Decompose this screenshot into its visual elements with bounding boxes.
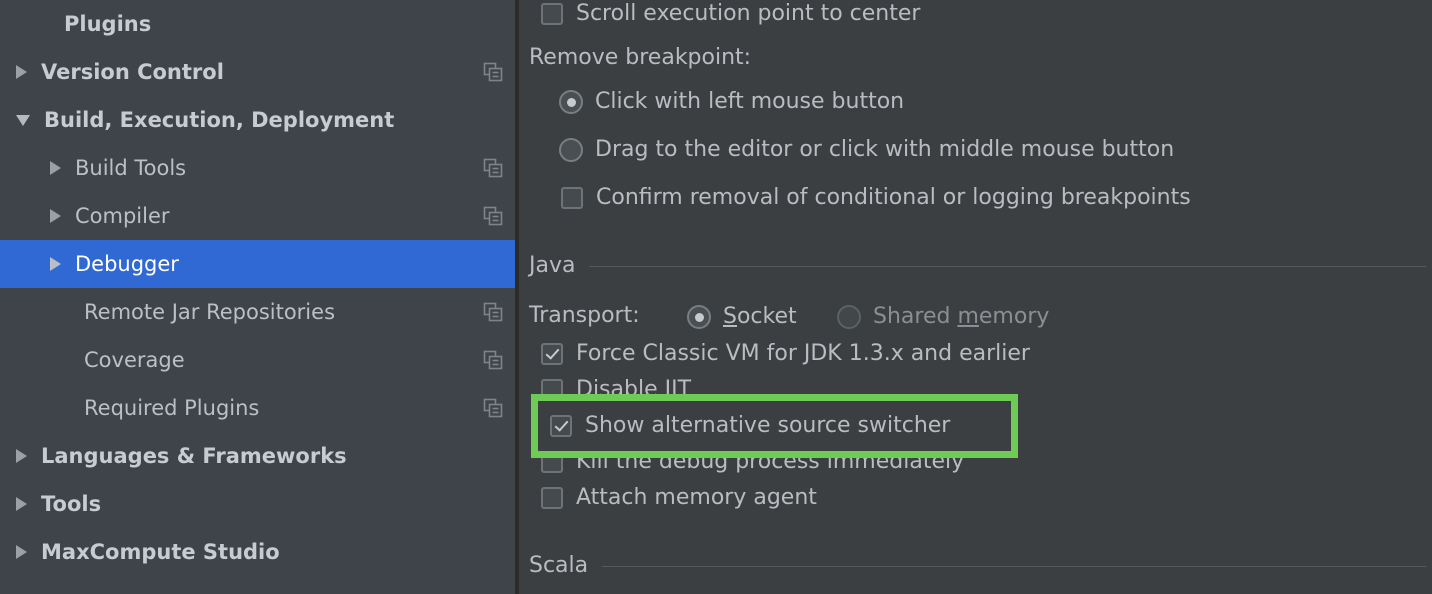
option-label: Click with left mouse button bbox=[595, 89, 905, 114]
sidebar-item-remote-jar-repositories[interactable]: Remote Jar Repositories bbox=[0, 288, 519, 336]
option-label-rest: ocket bbox=[736, 304, 797, 329]
group-label-text: Remove breakpoint: bbox=[529, 45, 752, 70]
chevron-right-icon[interactable] bbox=[16, 449, 27, 463]
option-force-classic-vm[interactable]: Force Classic VM for JDK 1.3.x and earli… bbox=[541, 343, 1030, 365]
sidebar-item-build-execution-deployment[interactable]: Build, Execution, Deployment bbox=[0, 96, 519, 144]
option-label-pre: Shared bbox=[873, 304, 958, 329]
sidebar-item-label: Version Control bbox=[41, 59, 224, 84]
mnemonic-letter: S bbox=[723, 304, 737, 329]
copy-settings-icon[interactable] bbox=[483, 350, 503, 370]
radio-click-left-mouse-button[interactable]: Click with left mouse button bbox=[559, 90, 904, 114]
section-header-scala: Scala bbox=[529, 555, 1426, 577]
section-header-java: Java bbox=[529, 255, 1426, 277]
chevron-right-icon[interactable] bbox=[16, 65, 27, 79]
sidebar-item-required-plugins[interactable]: Required Plugins bbox=[0, 384, 519, 432]
force-classic-vm-checkbox[interactable] bbox=[541, 343, 563, 365]
option-label-rest: emory bbox=[978, 304, 1050, 329]
sidebar-item-build-tools[interactable]: Build Tools bbox=[0, 144, 519, 192]
option-label: Drag to the editor or click with middle … bbox=[595, 137, 1175, 162]
remove-breakpoint-group-label: Remove breakpoint: bbox=[529, 47, 751, 69]
sidebar-item-plugins[interactable]: Plugins bbox=[0, 0, 519, 48]
mnemonic-letter: m bbox=[957, 304, 979, 329]
radio-drag-to-editor-middle-mouse[interactable]: Drag to the editor or click with middle … bbox=[559, 138, 1174, 162]
sidebar-item-label: Build, Execution, Deployment bbox=[44, 107, 395, 132]
transport-shared-memory-radio[interactable] bbox=[837, 305, 861, 329]
sidebar-item-label: Languages & Frameworks bbox=[41, 443, 347, 468]
sidebar-item-version-control[interactable]: Version Control bbox=[0, 48, 519, 96]
copy-settings-icon[interactable] bbox=[483, 302, 503, 322]
confirm-removal-checkbox[interactable] bbox=[561, 187, 583, 209]
sidebar-item-compiler[interactable]: Compiler bbox=[0, 192, 519, 240]
copy-settings-icon[interactable] bbox=[483, 62, 503, 82]
tree-twisty-none bbox=[53, 17, 64, 31]
sidebar-item-label: Remote Jar Repositories bbox=[84, 299, 336, 324]
sidebar-item-label: Coverage bbox=[84, 347, 185, 372]
option-label: Force Classic VM for JDK 1.3.x and earli… bbox=[576, 341, 1030, 366]
sidebar-item-debugger[interactable]: Debugger bbox=[0, 240, 519, 288]
chevron-right-icon[interactable] bbox=[16, 545, 27, 559]
show-alternative-source-switcher-checkbox[interactable] bbox=[550, 415, 572, 437]
sidebar-item-label: Compiler bbox=[75, 203, 170, 228]
copy-settings-icon[interactable] bbox=[483, 206, 503, 226]
transport-socket-radio[interactable] bbox=[687, 305, 711, 329]
transport-label: Transport: bbox=[529, 305, 640, 327]
sidebar-item-languages-frameworks[interactable]: Languages & Frameworks bbox=[0, 432, 519, 480]
option-scroll-execution-point-to-center[interactable]: Scroll execution point to center bbox=[541, 3, 920, 25]
section-divider bbox=[589, 265, 1426, 267]
sidebar-item-label: MaxCompute Studio bbox=[41, 539, 280, 564]
chevron-right-icon[interactable] bbox=[16, 497, 27, 511]
chevron-right-icon[interactable] bbox=[50, 257, 61, 271]
chevron-right-icon[interactable] bbox=[50, 209, 61, 223]
option-label: Attach memory agent bbox=[576, 485, 817, 510]
sidebar-item-label: Build Tools bbox=[75, 155, 187, 180]
option-confirm-removal-of-breakpoints[interactable]: Confirm removal of conditional or loggin… bbox=[561, 187, 1191, 209]
option-label: Scroll execution point to center bbox=[576, 1, 921, 26]
option-attach-memory-agent[interactable]: Attach memory agent bbox=[541, 487, 817, 509]
settings-dialog: Plugins Version Control Build, Execution… bbox=[0, 0, 1432, 594]
scroll-execution-point-checkbox[interactable] bbox=[541, 3, 563, 25]
option-label: Shared memory bbox=[873, 306, 1049, 328]
option-show-alternative-source-switcher[interactable]: Show alternative source switcher bbox=[538, 415, 950, 437]
chevron-down-icon[interactable] bbox=[16, 114, 30, 126]
sidebar-item-maxcompute-studio[interactable]: MaxCompute Studio bbox=[0, 528, 519, 576]
remove-breakpoint-radio[interactable] bbox=[559, 90, 583, 114]
radio-transport-socket[interactable]: Socket bbox=[687, 305, 797, 329]
option-label: Show alternative source switcher bbox=[585, 413, 951, 438]
copy-settings-icon[interactable] bbox=[483, 398, 503, 418]
section-divider bbox=[602, 565, 1426, 567]
sidebar-item-label: Required Plugins bbox=[84, 395, 260, 420]
option-label: Confirm removal of conditional or loggin… bbox=[596, 185, 1191, 210]
chevron-right-icon[interactable] bbox=[50, 161, 61, 175]
sidebar-item-label: Debugger bbox=[75, 251, 179, 276]
copy-settings-icon[interactable] bbox=[483, 158, 503, 178]
debugger-settings-pane: Scroll execution point to center Remove … bbox=[519, 0, 1432, 594]
transport-label-text: Transport: bbox=[529, 303, 640, 328]
radio-transport-shared-memory[interactable]: Shared memory bbox=[837, 305, 1049, 329]
settings-category-tree[interactable]: Plugins Version Control Build, Execution… bbox=[0, 0, 519, 594]
section-title: Scala bbox=[529, 553, 589, 578]
sidebar-item-label: Tools bbox=[41, 491, 102, 516]
option-label: Socket bbox=[723, 306, 797, 328]
sidebar-item-tools[interactable]: Tools bbox=[0, 480, 519, 528]
attach-memory-agent-checkbox[interactable] bbox=[541, 487, 563, 509]
sidebar-item-label: Plugins bbox=[64, 11, 152, 36]
highlight-callout-show-alternative-source-switcher: Show alternative source switcher bbox=[531, 394, 1018, 458]
section-title: Java bbox=[529, 253, 576, 278]
remove-breakpoint-radio[interactable] bbox=[559, 138, 583, 162]
sidebar-item-coverage[interactable]: Coverage bbox=[0, 336, 519, 384]
